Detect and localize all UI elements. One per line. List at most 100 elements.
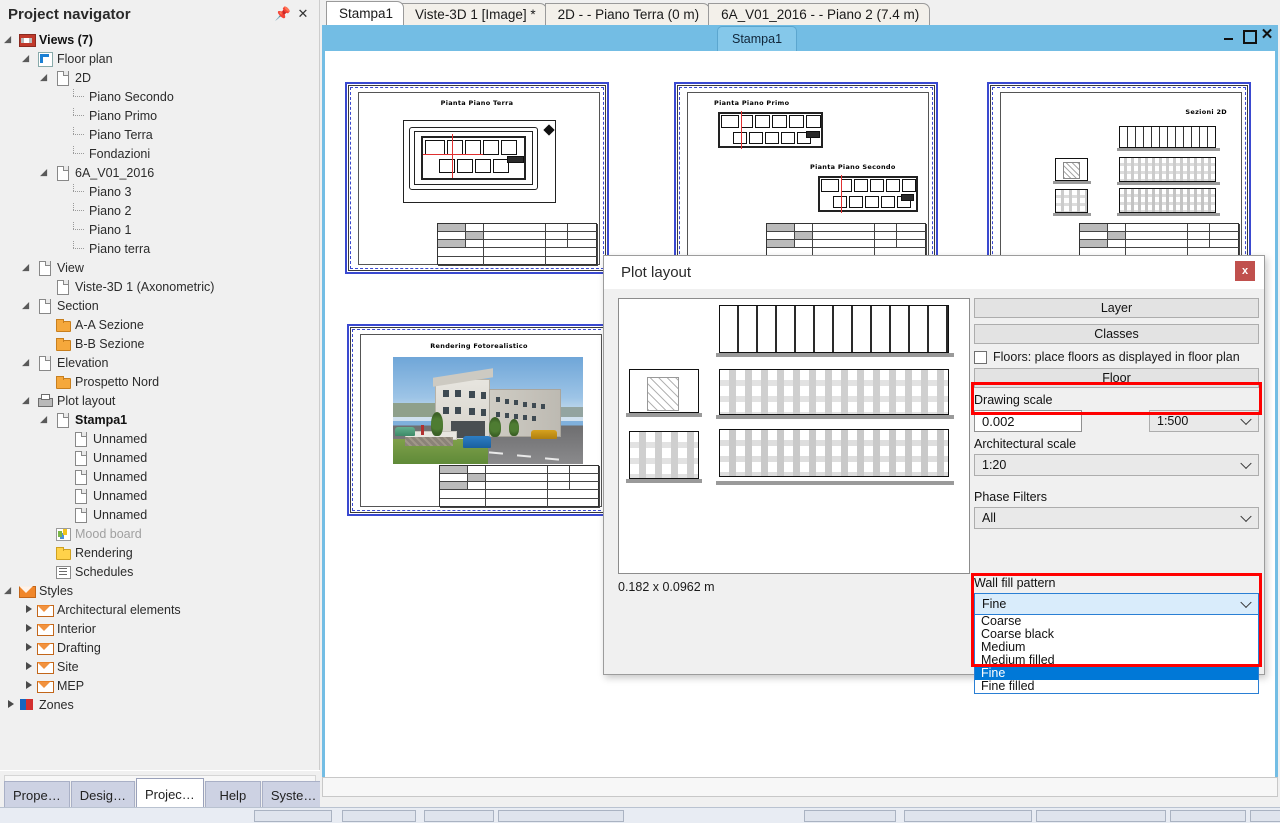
layer-button[interactable]: Layer xyxy=(974,298,1259,318)
taskbar-button-5[interactable] xyxy=(904,810,1032,822)
tree-item-view[interactable]: View xyxy=(0,258,319,277)
tree-item-piano-terra[interactable]: Piano Terra xyxy=(0,125,319,144)
classes-button[interactable]: Classes xyxy=(974,324,1259,344)
tree-item-stampa1[interactable]: Stampa1 xyxy=(0,410,319,429)
floor-button[interactable]: Floor xyxy=(974,368,1259,388)
tree-item-piano-primo[interactable]: Piano Primo xyxy=(0,106,319,125)
chevron-right-icon[interactable] xyxy=(6,699,17,710)
chevron-down-icon[interactable] xyxy=(24,300,35,311)
tree-item-zones[interactable]: Zones xyxy=(0,695,319,714)
chevron-down-icon[interactable] xyxy=(24,53,35,64)
tree-item-piano-secondo[interactable]: Piano Secondo xyxy=(0,87,319,106)
chevron-down-icon[interactable] xyxy=(42,72,53,83)
tree-item-architectural-elements[interactable]: Architectural elements xyxy=(0,600,319,619)
close-icon[interactable]: ✕ xyxy=(293,4,313,24)
sidebar-tab-2[interactable]: Projec… xyxy=(135,778,204,809)
taskbar-button-0[interactable] xyxy=(254,810,332,822)
drawing-preview-pane[interactable] xyxy=(618,298,970,574)
tree-item-floor-plan[interactable]: Floor plan xyxy=(0,49,319,68)
tree-item-2d[interactable]: 2D xyxy=(0,68,319,87)
wall-fill-option-fine-filled[interactable]: Fine filled xyxy=(975,680,1258,693)
floors-checkbox[interactable] xyxy=(974,350,987,364)
chevron-right-icon[interactable] xyxy=(24,661,35,672)
tree-item-unnamed[interactable]: Unnamed xyxy=(0,486,319,505)
sidebar-tab-3[interactable]: Help xyxy=(204,781,261,809)
tree-item-section[interactable]: Section xyxy=(0,296,319,315)
taskbar-button-3[interactable] xyxy=(498,810,624,822)
minimize-icon[interactable] xyxy=(1222,28,1236,42)
chevron-right-icon[interactable] xyxy=(24,623,35,634)
tree-item-fondazioni[interactable]: Fondazioni xyxy=(0,144,319,163)
tab-6a-v01-2016-piano-2-7-4-m[interactable]: 6A_V01_2016 - - Piano 2 (7.4 m) xyxy=(708,3,931,25)
tree-item-prospetto-nord[interactable]: Prospetto Nord xyxy=(0,372,319,391)
chevron-right-icon[interactable] xyxy=(24,642,35,653)
tree-item-rendering[interactable]: Rendering xyxy=(0,543,319,562)
taskbar-button-8[interactable] xyxy=(1250,810,1280,822)
taskbar-button-7[interactable] xyxy=(1170,810,1246,822)
wall-fill-option-medium-filled[interactable]: Medium filled xyxy=(975,654,1258,667)
sidebar-tab-4[interactable]: Syste… xyxy=(261,781,326,809)
close-button[interactable]: x xyxy=(1235,261,1255,281)
phase-filters-select[interactable]: All xyxy=(974,507,1259,529)
wall-fill-pattern-select[interactable]: Fine xyxy=(974,593,1259,615)
navigator-tree[interactable]: Views (7) Floor plan 2D Piano Secondo Piano … xyxy=(0,28,319,770)
sidebar-tab-0[interactable]: Prope… xyxy=(4,781,70,809)
tree-item-mood-board[interactable]: Mood board xyxy=(0,524,319,543)
tree-item-piano-terra[interactable]: Piano terra xyxy=(0,239,319,258)
tree-item-piano-2[interactable]: Piano 2 xyxy=(0,201,319,220)
sheet-pianta-piano-terra[interactable]: Pianta Piano Terra xyxy=(348,85,606,271)
chevron-down-icon[interactable] xyxy=(42,414,53,425)
tree-item-unnamed[interactable]: Unnamed xyxy=(0,505,319,524)
tree-item-views-7[interactable]: Views (7) xyxy=(0,30,319,49)
taskbar-button-1[interactable] xyxy=(342,810,416,822)
tree-item-a-a-sezione[interactable]: A-A Sezione xyxy=(0,315,319,334)
close-icon[interactable]: ✕ xyxy=(1260,27,1274,42)
tree-item-6a-v01-2016[interactable]: 6A_V01_2016 xyxy=(0,163,319,182)
drawing-scale-input[interactable]: 0.002 xyxy=(974,410,1082,432)
tree-item-viste-3d-1-axonometric[interactable]: Viste-3D 1 (Axonometric) xyxy=(0,277,319,296)
taskbar-button-4[interactable] xyxy=(804,810,896,822)
tree-item-drafting[interactable]: Drafting xyxy=(0,638,319,657)
tab-2d-piano-terra-0-m[interactable]: 2D - - Piano Terra (0 m) xyxy=(544,3,711,25)
chevron-down-icon[interactable] xyxy=(42,167,53,178)
sheet-pianta-piano-primo[interactable]: Pianta Piano Primo Pianta Piano Secondo xyxy=(677,85,935,271)
drawing-scale-select[interactable]: 1:500 xyxy=(1149,410,1259,432)
taskbar-button-6[interactable] xyxy=(1036,810,1166,822)
tree-item-schedules[interactable]: Schedules xyxy=(0,562,319,581)
floors-checkbox-row[interactable]: Floors: place floors as displayed in flo… xyxy=(974,350,1259,364)
chevron-down-icon[interactable] xyxy=(6,585,17,596)
taskbar[interactable] xyxy=(0,807,1280,823)
sidebar-tab-1[interactable]: Desig… xyxy=(70,781,135,809)
view-tab-bar[interactable]: Stampa1 Viste-3D 1 [Image] * 2D - - Piano … xyxy=(320,0,1280,25)
tree-item-piano-1[interactable]: Piano 1 xyxy=(0,220,319,239)
chevron-down-icon[interactable] xyxy=(24,262,35,273)
maximize-icon[interactable] xyxy=(1241,28,1257,44)
tab-viste-3d-1-image[interactable]: Viste-3D 1 [Image] * xyxy=(402,3,547,25)
tree-item-interior[interactable]: Interior xyxy=(0,619,319,638)
plot-layout-dialog[interactable]: Plot layout x 0.182 x 0.0962 m Layer Cla… xyxy=(603,255,1265,694)
tree-item-plot-layout[interactable]: Plot layout xyxy=(0,391,319,410)
taskbar-button-2[interactable] xyxy=(424,810,494,822)
tree-item-styles[interactable]: Styles xyxy=(0,581,319,600)
pin-icon[interactable]: 📌 xyxy=(273,4,293,24)
sheet-sezioni-2d[interactable]: Sezioni 2D xyxy=(990,85,1248,271)
tree-item-b-b-sezione[interactable]: B-B Sezione xyxy=(0,334,319,353)
architectural-scale-select[interactable]: 1:20 xyxy=(974,454,1259,476)
chevron-right-icon[interactable] xyxy=(24,680,35,691)
chevron-right-icon[interactable] xyxy=(24,604,35,615)
chevron-down-icon[interactable] xyxy=(24,357,35,368)
tree-item-unnamed[interactable]: Unnamed xyxy=(0,448,319,467)
document-subtab[interactable]: Stampa1 xyxy=(717,26,798,51)
tab-stampa1[interactable]: Stampa1 xyxy=(326,1,405,25)
chevron-down-icon[interactable] xyxy=(6,34,17,45)
sheet-rendering-fotorealistico[interactable]: Rendering Fotorealistico xyxy=(350,327,608,513)
tree-item-unnamed[interactable]: Unnamed xyxy=(0,467,319,486)
tree-item-piano-3[interactable]: Piano 3 xyxy=(0,182,319,201)
sidebar-tabs-strip[interactable]: Prope… Desig… Projec… Help Syste… xyxy=(4,778,326,809)
tree-item-site[interactable]: Site xyxy=(0,657,319,676)
tree-item-unnamed[interactable]: Unnamed xyxy=(0,429,319,448)
tree-item-elevation[interactable]: Elevation xyxy=(0,353,319,372)
wall-fill-pattern-options[interactable]: Coarse Coarse black Medium Medium filled Fin… xyxy=(974,615,1259,694)
chevron-down-icon[interactable] xyxy=(24,395,35,406)
tree-item-mep[interactable]: MEP xyxy=(0,676,319,695)
